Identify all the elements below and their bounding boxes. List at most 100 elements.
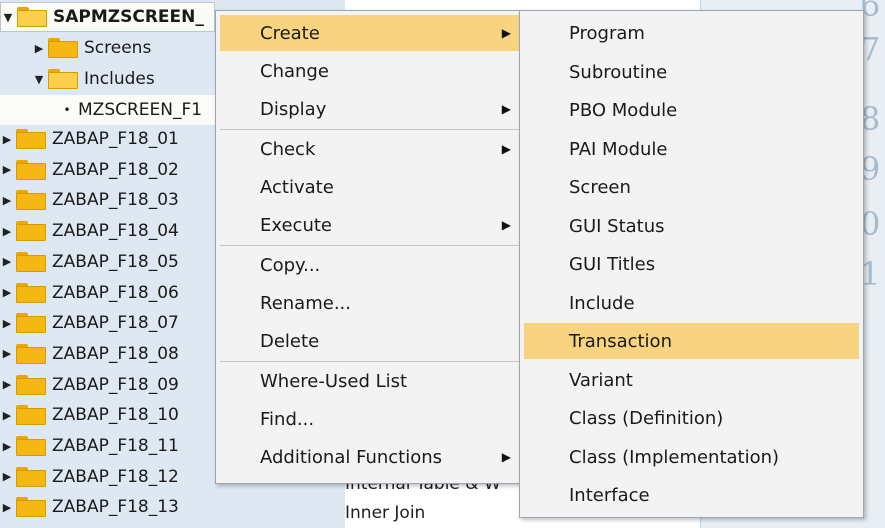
submenu-item-variant[interactable]: Variant (524, 362, 859, 398)
menu-item-label: PBO Module (569, 99, 678, 121)
tree-node-label: ZABAP_F18_12 (52, 466, 179, 487)
submenu-arrow-icon: ▶ (501, 102, 511, 116)
expand-icon[interactable]: ▶ (0, 163, 14, 176)
tree-node-program[interactable]: ▶ ZABAP_F18_05 (0, 247, 179, 277)
submenu-item-subroutine[interactable]: Subroutine (524, 54, 859, 90)
tree-node-label: ZABAP_F18_13 (52, 497, 179, 518)
menu-item-where-used-list[interactable]: Where-Used List (220, 363, 519, 399)
menu-item-create[interactable]: Create ▶ (220, 15, 519, 51)
folder-icon (16, 221, 46, 242)
tree-node-label: ZABAP_F18_11 (52, 436, 179, 456)
expand-icon[interactable]: ▶ (0, 470, 14, 483)
submenu-item-class-implementation[interactable]: Class (Implementation) (524, 439, 859, 475)
menu-item-execute[interactable]: Execute ▶ (220, 207, 519, 243)
bullet-icon: • (63, 103, 71, 117)
tree-node-label: ZABAP_F18_03 (52, 190, 179, 211)
folder-open-icon (17, 7, 47, 27)
expand-icon[interactable]: ▶ (0, 347, 14, 360)
folder-open-icon (48, 69, 78, 89)
tree-node-program[interactable]: ▶ ZABAP_F18_12 (0, 462, 179, 492)
tree-node-include[interactable]: • MZSCREEN_F1 (0, 95, 215, 125)
submenu-item-include[interactable]: Include (524, 285, 859, 321)
submenu-item-program[interactable]: Program (524, 15, 859, 51)
submenu-item-pai-module[interactable]: PAI Module (524, 131, 859, 167)
menu-item-activate[interactable]: Activate (220, 169, 519, 205)
expand-icon[interactable]: ▶ (0, 133, 14, 146)
expand-icon[interactable]: ▶ (0, 225, 14, 238)
tree-node-program[interactable]: ▶ ZABAP_F18_02 (0, 155, 179, 185)
tree-node-label: ZABAP_F18_08 (52, 343, 179, 364)
menu-item-delete[interactable]: Delete (220, 323, 519, 359)
submenu-item-class-definition[interactable]: Class (Definition) (524, 400, 859, 436)
submenu-arrow-icon: ▶ (501, 142, 511, 156)
submenu-item-screen[interactable]: Screen (524, 169, 859, 205)
tree-node-program[interactable]: ▶ ZABAP_F18_10 (0, 400, 179, 430)
tree-node-label: ZABAP_F18_01 (52, 129, 179, 149)
expand-icon[interactable]: ▶ (0, 194, 14, 207)
menu-item-label: GUI Status (569, 215, 665, 237)
expand-icon[interactable]: ▶ (32, 42, 46, 55)
tree-node-label: ZABAP_F18_02 (52, 159, 179, 180)
submenu-item-transaction[interactable]: Transaction (524, 323, 859, 359)
menu-item-label: Screen (569, 176, 631, 198)
tree-node-root[interactable]: ▼ SAPMZSCREEN_ (0, 2, 215, 32)
collapse-icon[interactable]: ▼ (1, 11, 15, 24)
menu-item-copy[interactable]: Copy... (220, 247, 519, 283)
menu-item-label: Execute (260, 214, 332, 236)
menu-separator (220, 129, 519, 130)
tree-node-label: ZABAP_F18_10 (52, 405, 179, 426)
expand-icon[interactable]: ▶ (0, 255, 14, 268)
menu-item-label: Create (260, 22, 320, 44)
tree-node-program[interactable]: ▶ ZABAP_F18_06 (0, 278, 179, 308)
tree-node-program[interactable]: ▶ ZABAP_F18_08 (0, 339, 179, 369)
collapse-icon[interactable]: ▼ (32, 73, 46, 86)
editor-line: Inner Join (345, 503, 426, 523)
folder-icon (16, 436, 46, 456)
tree-node-program[interactable]: ▶ ZABAP_F18_11 (0, 431, 179, 461)
menu-item-label: Include (569, 292, 635, 314)
submenu-arrow-icon: ▶ (501, 26, 511, 40)
folder-icon (16, 313, 46, 334)
menu-item-display[interactable]: Display ▶ (220, 91, 519, 127)
tree-node-program[interactable]: ▶ ZABAP_F18_09 (0, 370, 179, 400)
menu-item-label: Subroutine (569, 61, 668, 83)
tree-node-program[interactable]: ▶ ZABAP_F18_03 (0, 185, 179, 215)
folder-icon (16, 405, 46, 426)
submenu-item-gui-titles[interactable]: GUI Titles (524, 246, 859, 282)
tree-node-program[interactable]: ▶ ZABAP_F18_04 (0, 216, 179, 246)
menu-item-find[interactable]: Find... (220, 401, 519, 437)
expand-icon[interactable]: ▶ (0, 409, 14, 422)
folder-icon (16, 282, 46, 303)
tree-node-program[interactable]: ▶ ZABAP_F18_13 (0, 492, 179, 522)
menu-item-check[interactable]: Check ▶ (220, 131, 519, 167)
menu-item-label: Change (260, 60, 329, 82)
tree-node-program[interactable]: ▶ ZABAP_F18_07 (0, 308, 179, 338)
submenu-item-pbo-module[interactable]: PBO Module (524, 92, 859, 128)
folder-icon (16, 466, 46, 487)
menu-item-label: Check (260, 138, 316, 160)
expand-icon[interactable]: ▶ (0, 286, 14, 299)
menu-item-label: Copy... (260, 254, 321, 276)
tree-node-program[interactable]: ▶ ZABAP_F18_01 (0, 124, 179, 154)
tree-node-label: ZABAP_F18_04 (52, 221, 179, 242)
folder-icon (16, 374, 46, 395)
tree-node-screens[interactable]: ▶ Screens (32, 33, 151, 63)
tree-node-includes[interactable]: ▼ Includes (32, 64, 155, 94)
tree-node-label: Includes (84, 69, 155, 89)
folder-icon (16, 129, 46, 149)
menu-item-label: Find... (260, 408, 315, 430)
tree-node-label: ZABAP_F18_05 (52, 251, 179, 272)
folder-icon (16, 251, 46, 272)
expand-icon[interactable]: ▶ (0, 440, 14, 453)
menu-item-additional-functions[interactable]: Additional Functions ▶ (220, 439, 519, 475)
expand-icon[interactable]: ▶ (0, 501, 14, 514)
expand-icon[interactable]: ▶ (0, 378, 14, 391)
context-menu: Create ▶ Change Display ▶ Check ▶ Activa… (215, 10, 524, 484)
submenu-item-gui-status[interactable]: GUI Status (524, 208, 859, 244)
menu-item-change[interactable]: Change (220, 53, 519, 89)
menu-item-rename[interactable]: Rename... (220, 285, 519, 321)
tree-node-label: Screens (84, 38, 152, 58)
menu-item-label: Delete (260, 330, 320, 352)
expand-icon[interactable]: ▶ (0, 317, 14, 330)
submenu-item-interface[interactable]: Interface (524, 477, 859, 513)
